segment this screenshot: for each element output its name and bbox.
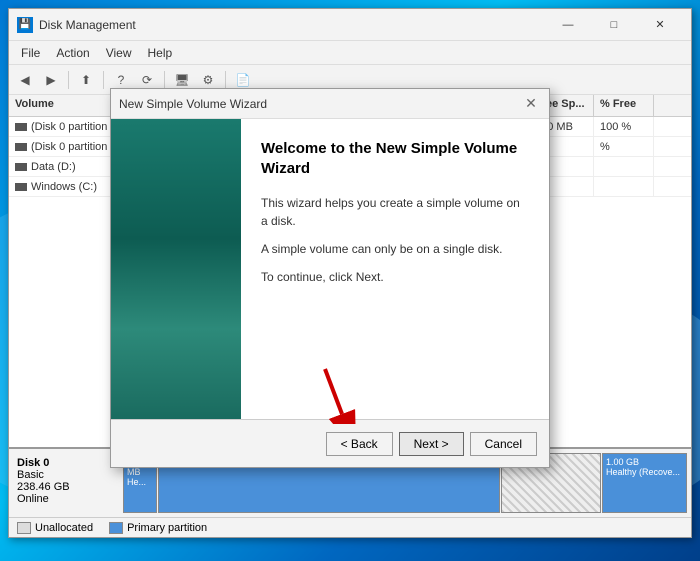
volume-icon-1	[15, 143, 27, 151]
wizard-title: New Simple Volume Wizard	[119, 97, 521, 111]
wizard-title-bar: New Simple Volume Wizard ✕	[111, 89, 549, 119]
next-button[interactable]: Next >	[399, 432, 464, 456]
legend-primary-label: Primary partition	[127, 522, 207, 534]
minimize-button[interactable]: —	[545, 9, 591, 41]
arrow-indicator	[310, 364, 360, 427]
cell-pct-3	[594, 177, 654, 196]
volume-icon-0	[15, 123, 27, 131]
toolbar-separator-1	[68, 71, 69, 89]
forward-toolbar-button[interactable]: ▶	[39, 69, 63, 91]
cell-pct-0: 100 %	[594, 117, 654, 136]
back-toolbar-button[interactable]: ◀	[13, 69, 37, 91]
part-status-0: MB	[127, 467, 153, 477]
menu-file[interactable]: File	[13, 44, 48, 62]
wizard-sidebar-image	[111, 119, 241, 419]
part-label-recovery: Healthy (Recove...	[606, 467, 683, 477]
disk-partition-recovery[interactable]: 1.00 GB Healthy (Recove...	[602, 453, 687, 513]
app-icon: 💾	[17, 17, 33, 33]
wizard-footer: < Back Next > Cancel	[111, 419, 549, 467]
legend-box-primary	[109, 522, 123, 534]
wizard-content: Welcome to the New Simple Volume Wizard …	[241, 119, 549, 419]
cell-pct-2	[594, 157, 654, 176]
disk-name: Disk 0	[17, 457, 119, 469]
menu-action[interactable]: Action	[48, 44, 97, 62]
legend-unalloc-label: Unallocated	[35, 522, 93, 534]
volume-icon-3	[15, 183, 27, 191]
window-controls: — □ ✕	[545, 9, 683, 41]
legend-unallocated: Unallocated	[17, 522, 93, 534]
cell-pct-1: %	[594, 137, 654, 156]
cancel-button[interactable]: Cancel	[470, 432, 537, 456]
title-bar: 💾 Disk Management — □ ✕	[9, 9, 691, 41]
up-toolbar-button[interactable]: ⬆	[74, 69, 98, 91]
legend: Unallocated Primary partition	[9, 517, 691, 537]
disk-status: Online	[17, 493, 119, 505]
back-button[interactable]: < Back	[326, 432, 393, 456]
menu-help[interactable]: Help	[140, 44, 181, 62]
window-title: Disk Management	[39, 18, 545, 32]
disk-label-0: Disk 0 Basic 238.46 GB Online	[13, 453, 123, 513]
wizard-heading: Welcome to the New Simple Volume Wizard	[261, 139, 529, 178]
wizard-dialog: New Simple Volume Wizard ✕ Welcome to th…	[110, 88, 550, 468]
part-label-0: He...	[127, 477, 153, 487]
wizard-close-button[interactable]: ✕	[521, 94, 541, 114]
volume-icon-2	[15, 163, 27, 171]
col-pctfree: % Free	[594, 95, 654, 116]
wizard-para-2: To continue, click Next.	[261, 268, 529, 286]
menu-bar: File Action View Help	[9, 41, 691, 65]
legend-primary: Primary partition	[109, 522, 207, 534]
toolbar-separator-4	[225, 71, 226, 89]
legend-box-unalloc	[17, 522, 31, 534]
menu-view[interactable]: View	[98, 44, 140, 62]
maximize-button[interactable]: □	[591, 9, 637, 41]
disk-type: Basic	[17, 469, 119, 481]
toolbar-separator-2	[103, 71, 104, 89]
wizard-para-1: A simple volume can only be on a single …	[261, 240, 529, 258]
toolbar-separator-3	[164, 71, 165, 89]
disk-size: 238.46 GB	[17, 481, 119, 493]
close-button[interactable]: ✕	[637, 9, 683, 41]
part-size-recovery: 1.00 GB	[606, 457, 683, 467]
wizard-para-0: This wizard helps you create a simple vo…	[261, 194, 529, 230]
